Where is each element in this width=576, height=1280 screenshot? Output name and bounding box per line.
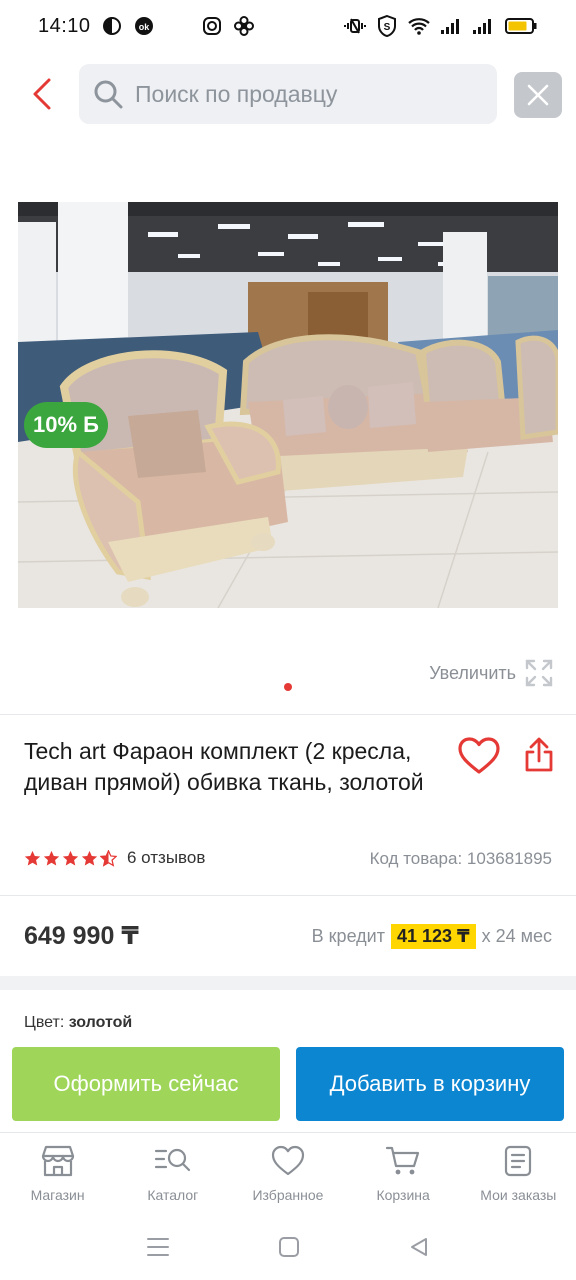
color-label: Цвет: [24, 1014, 65, 1031]
status-time: 14:10 [38, 14, 91, 37]
enlarge-label: Увеличить [429, 662, 516, 683]
search-box[interactable] [79, 64, 497, 124]
product-title: Tech art Фараон комплект (2 кресла, дива… [24, 738, 424, 795]
close-icon [527, 84, 549, 106]
signal-icon [472, 15, 494, 37]
product-image[interactable] [18, 202, 558, 608]
cart-icon [386, 1146, 420, 1175]
search-input[interactable] [135, 80, 475, 108]
catalog-search-icon [154, 1148, 190, 1172]
credit-amount: 41 123 ₸ [390, 924, 476, 949]
shield-s-icon: S [376, 15, 398, 37]
fan-icon [233, 15, 255, 37]
nav-label: Магазин [30, 1187, 85, 1203]
system-nav-bar [0, 1214, 576, 1280]
heart-icon [271, 1145, 305, 1176]
nav-item-cart[interactable]: Корзина [346, 1133, 461, 1214]
instagram-icon [201, 15, 223, 37]
color-value: золотой [68, 1014, 133, 1031]
buy-now-button[interactable]: Оформить сейчас [12, 1047, 280, 1121]
product-price: 649 990 ₸ [24, 922, 139, 950]
star-full-icon [62, 850, 79, 865]
nav-item-catalog[interactable]: Каталог [115, 1133, 230, 1214]
chevron-left-icon [33, 78, 51, 110]
nav-label: Каталог [147, 1187, 199, 1203]
clear-search-button[interactable] [514, 72, 562, 118]
signal-icon [440, 15, 462, 37]
divider [0, 895, 576, 896]
share-button[interactable] [524, 737, 558, 773]
home-icon[interactable] [278, 1236, 300, 1258]
search-icon [94, 80, 123, 109]
bottom-nav: Магазин Каталог Избранное Корзина Мои за… [0, 1132, 576, 1214]
credit-suffix: х 24 мес [481, 926, 552, 946]
enlarge-button[interactable]: Увеличить [429, 658, 554, 688]
divider [0, 714, 576, 715]
vibrate-icon [344, 15, 366, 37]
reviews-link[interactable]: 6 отзывов [127, 848, 205, 868]
svg-text:S: S [384, 22, 391, 33]
star-full-icon [43, 850, 60, 865]
add-to-cart-button[interactable]: Добавить в корзину [296, 1047, 564, 1121]
shop-icon [41, 1145, 74, 1177]
back-button[interactable] [22, 74, 62, 114]
wifi-icon [408, 15, 430, 37]
product-photo [18, 202, 558, 608]
battery-icon [504, 15, 538, 37]
credit-info[interactable]: В кредит 41 123 ₸ х 24 мес [312, 924, 552, 949]
status-bar: 14:10 ok S [0, 0, 576, 52]
expand-icon [525, 659, 553, 687]
favorite-button[interactable] [458, 737, 500, 777]
star-full-icon [24, 850, 41, 865]
section-separator [0, 976, 576, 990]
discount-badge: 10% Б [24, 402, 108, 448]
credit-prefix: В кредит [311, 926, 385, 946]
nav-item-favorites[interactable]: Избранное [230, 1133, 345, 1214]
star-half-icon [100, 849, 117, 867]
nav-label: Корзина [376, 1187, 430, 1203]
svg-text:ok: ok [138, 22, 149, 32]
share-icon [525, 737, 553, 772]
nav-label: Мои заказы [480, 1187, 557, 1203]
moon-circle-icon [101, 15, 123, 37]
orders-icon [505, 1145, 532, 1177]
star-full-icon [81, 850, 98, 865]
ok-icon: ok [133, 15, 155, 37]
back-triangle-icon[interactable] [408, 1236, 430, 1258]
search-header [0, 62, 576, 126]
color-row: Цвет: золотой [24, 1014, 132, 1032]
menu-icon[interactable] [146, 1236, 170, 1258]
nav-item-shop[interactable]: Магазин [0, 1133, 115, 1214]
rating-row: 6 отзывов [24, 848, 205, 868]
product-code: Код товара: 103681895 [369, 849, 552, 868]
heart-icon [458, 737, 500, 774]
nav-label: Избранное [252, 1187, 324, 1203]
carousel-dot-active[interactable] [284, 683, 292, 691]
nav-item-orders[interactable]: Мои заказы [461, 1133, 576, 1214]
